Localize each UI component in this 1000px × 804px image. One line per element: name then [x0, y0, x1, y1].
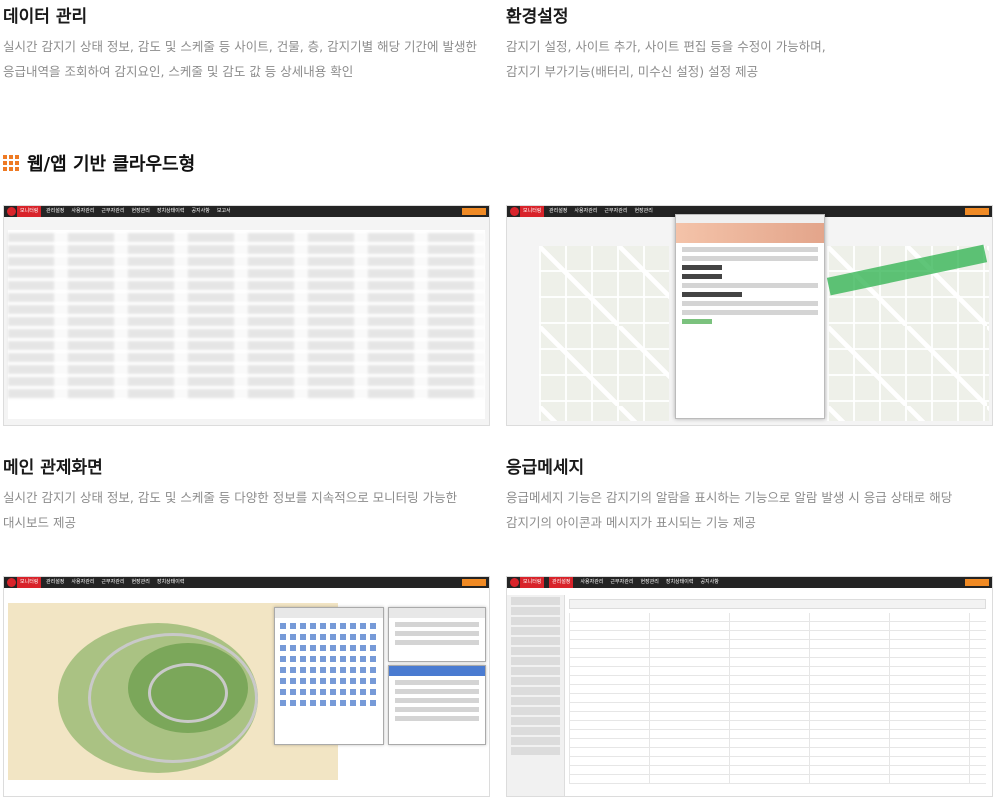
mini-brand: 모니터링 [17, 577, 42, 588]
mini-menu-item: 사용자관리 [71, 208, 95, 214]
desc-line: 응급메세지 기능은 감지기의 알람을 표시하는 기능으로 알람 발생 시 응급 … [506, 490, 953, 505]
mini-menu-item: 현장관리 [640, 579, 659, 585]
mini-brand: 모니터링 [17, 206, 42, 217]
mini-menu-item: 현장관리 [131, 208, 150, 214]
mini-brand: 모니터링 [520, 206, 545, 217]
mini-menu: 관리설정 사용자관리 근무자관리 현장관리 장치상태이력 공지사항 [549, 577, 726, 588]
site-info-panel [388, 607, 486, 662]
feature-title-emergency-message: 응급메세지 [506, 458, 585, 478]
feature-desc-main-dashboard: 실시간 감지기 상태 정보, 감도 및 스케줄 등 다양한 정보를 지속적으로 … [3, 485, 483, 535]
mini-menu-item: 관리설정 [46, 208, 65, 214]
mini-menu-item: 근무자관리 [101, 208, 125, 214]
screenshot-monitoring-table: 모니터링 관리설정 사용자관리 근무자관리 현장관리 장치상태이력 공지사항 보… [3, 205, 490, 426]
mini-brand: 모니터링 [520, 577, 545, 588]
desc-line: 감지기 부가기능(배터리, 미수신 설정) 설정 제공 [506, 64, 759, 79]
mini-menu-item-active: 관리설정 [549, 577, 574, 588]
emergency-popup-window [675, 214, 825, 419]
logo-icon [7, 578, 16, 587]
mini-menu-item: 사용자관리 [580, 579, 604, 585]
screenshot-settings-table: 모니터링 관리설정 사용자관리 근무자관리 현장관리 장치상태이력 공지사항 [506, 576, 993, 797]
logo-icon [510, 578, 519, 587]
feature-title-settings: 환경설정 [506, 7, 569, 27]
settings-sidebar [507, 595, 565, 796]
desc-line: 대시보드 제공 [3, 515, 76, 530]
mini-menu-item: 공지사항 [191, 208, 210, 214]
feature-desc-data-management: 실시간 감지기 상태 정보, 감도 및 스케줄 등 사이트, 건물, 층, 감지… [3, 34, 483, 84]
desc-line: 감지기의 아이콘과 메시지가 표시되는 기능 제공 [506, 515, 756, 530]
mini-menu-item: 현장관리 [131, 579, 150, 585]
mini-action-button [462, 208, 486, 215]
blurred-table [8, 230, 485, 419]
feature-desc-settings: 감지기 설정, 사이트 추가, 사이트 편집 등을 수정이 가능하며, 감지기 … [506, 34, 986, 84]
mini-menu: 관리설정 사용자관리 근무자관리 현장관리 [549, 206, 660, 217]
feature-desc-emergency-message: 응급메세지 기능은 감지기의 알람을 표시하는 기능으로 알람 발생 시 응급 … [506, 485, 986, 535]
mini-menu-item: 장치상태이력 [156, 208, 185, 214]
grid-icon [3, 155, 19, 171]
screenshot-park-dashboard: 모니터링 관리설정 사용자관리 근무자관리 현장관리 장치상태이력 [3, 576, 490, 797]
mini-menu-item: 근무자관리 [101, 579, 125, 585]
mini-menu-item: 사용자관리 [71, 579, 95, 585]
mini-action-button [462, 579, 486, 586]
feature-title-main-dashboard: 메인 관제화면 [3, 458, 103, 478]
desc-line: 실시간 감지기 상태 정보, 감도 및 스케줄 등 사이트, 건물, 층, 감지… [3, 39, 478, 54]
mini-menu-item: 장치상태이력 [665, 579, 694, 585]
mini-menu-item: 장치상태이력 [156, 579, 185, 585]
desc-line: 실시간 감지기 상태 정보, 감도 및 스케줄 등 다양한 정보를 지속적으로 … [3, 490, 458, 505]
desc-line: 응급내역을 조회하여 감지요인, 스케줄 및 감도 값 등 상세내용 확인 [3, 64, 354, 79]
mini-navbar: 모니터링 관리설정 사용자관리 근무자관리 현장관리 장치상태이력 [4, 577, 489, 588]
mini-menu-item: 사용자관리 [574, 208, 598, 214]
mini-menu-item: 근무자관리 [604, 208, 628, 214]
desc-line: 감지기 설정, 사이트 추가, 사이트 편집 등을 수정이 가능하며, [506, 39, 826, 54]
mini-menu: 관리설정 사용자관리 근무자관리 현장관리 장치상태이력 [46, 577, 191, 588]
map-left [539, 246, 669, 421]
mini-menu-item: 공지사항 [700, 579, 719, 585]
mini-menu-item: 관리설정 [46, 579, 65, 585]
mini-menu-item: 보고서 [216, 208, 231, 214]
feature-title-data-management: 데이터 관리 [3, 7, 88, 27]
screenshot-emergency-popup: 모니터링 관리설정 사용자관리 근무자관리 현장관리 [506, 205, 993, 426]
logo-icon [510, 207, 519, 216]
mini-navbar: 모니터링 관리설정 사용자관리 근무자관리 현장관리 장치상태이력 공지사항 [507, 577, 992, 588]
popup-banner [676, 223, 824, 243]
mini-menu-item: 근무자관리 [610, 579, 634, 585]
section-title: 웹/앱 기반 클라우드형 [27, 154, 196, 175]
mini-action-button [965, 579, 989, 586]
logo-icon [7, 207, 16, 216]
mini-menu: 관리설정 사용자관리 근무자관리 현장관리 장치상태이력 공지사항 보고서 [46, 206, 238, 217]
section-header: 웹/앱 기반 클라우드형 [3, 150, 195, 176]
mini-action-button [965, 208, 989, 215]
device-info-panel [388, 665, 486, 745]
mini-menu-item: 관리설정 [549, 208, 568, 214]
alarm-settings-panel [274, 607, 384, 745]
mini-navbar: 모니터링 관리설정 사용자관리 근무자관리 현장관리 장치상태이력 공지사항 보… [4, 206, 489, 217]
filter-bar [569, 599, 986, 609]
mini-menu-item: 현장관리 [634, 208, 653, 214]
settings-grid [569, 613, 986, 784]
